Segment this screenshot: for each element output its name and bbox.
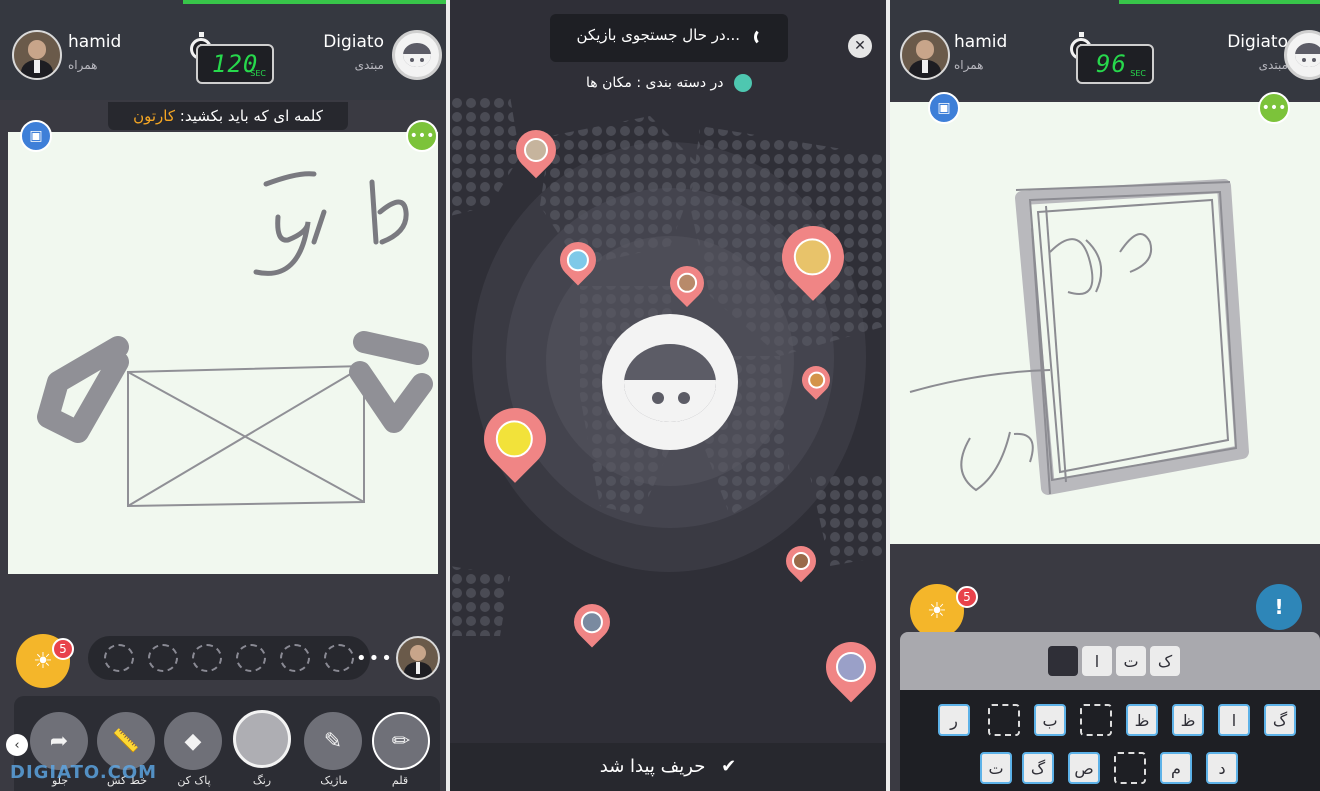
close-icon[interactable]: ✕ xyxy=(848,34,872,58)
letter-slot xyxy=(192,644,222,672)
pen-button[interactable]: ✏ xyxy=(372,712,430,770)
letter-key[interactable]: گ xyxy=(1022,752,1054,784)
letter-keyboard: گ ا ظ ظ ب ر د م ص گ ت xyxy=(900,690,1320,791)
marker-label: ماژیک xyxy=(320,774,348,787)
answer-box[interactable]: ک xyxy=(1150,646,1180,676)
letter-key[interactable]: ت xyxy=(980,752,1012,784)
ellipsis-icon: ••• xyxy=(356,648,394,669)
player-level: همراه xyxy=(68,58,98,72)
letter-key[interactable]: گ xyxy=(1264,704,1296,736)
toolbox-icon[interactable]: ▣ xyxy=(928,92,960,124)
loading-spinner-icon xyxy=(754,28,772,46)
opponent-level: مبتدی xyxy=(354,58,384,72)
drawing-screen: hamid همراه 120 SEC Digiato مبتدی کلمه ا… xyxy=(0,0,446,791)
drawing-canvas xyxy=(890,102,1320,544)
letter-key-used xyxy=(1080,704,1112,736)
letter-key-used xyxy=(988,704,1020,736)
answer-box[interactable]: ا xyxy=(1082,646,1112,676)
category-label: در دسته بندی : مکان ها xyxy=(550,74,788,92)
redo-arrow-icon: ➦ xyxy=(49,728,69,754)
letter-key[interactable]: د xyxy=(1206,752,1238,784)
turn-timer: 96 SEC xyxy=(1076,44,1154,84)
opponent-robot-avatar[interactable] xyxy=(392,30,442,80)
eraser-button[interactable]: ◆ xyxy=(164,712,222,770)
player-name: hamid xyxy=(954,32,1008,52)
ruler-icon: 📏 xyxy=(112,728,140,754)
letter-slot xyxy=(280,644,310,672)
word-prompt: کلمه ای که باید بکشید: کارتون xyxy=(108,102,348,130)
letter-key[interactable]: ر xyxy=(938,704,970,736)
letter-key[interactable]: ص xyxy=(1068,752,1100,784)
checkmark-icon: ✔ xyxy=(721,756,737,777)
turn-timer: 120 SEC xyxy=(196,44,274,84)
answer-boxes: ک ت ا xyxy=(900,632,1320,690)
opponent-name: Digiato xyxy=(1227,32,1288,52)
opponent-found-bar: حریف پیدا شد ✔ xyxy=(450,743,886,791)
drawing-canvas[interactable] xyxy=(8,132,438,574)
watermark: DIGIATO.COM xyxy=(10,762,158,783)
eraser-icon: ◆ xyxy=(184,728,202,754)
letter-key-used xyxy=(1114,752,1146,784)
searching-status: در حال جستجوی بازیکن... xyxy=(550,14,788,62)
player-name: hamid xyxy=(68,32,122,52)
chat-icon[interactable]: ••• xyxy=(1258,92,1290,124)
letter-key[interactable]: ظ xyxy=(1126,704,1158,736)
answer-box-empty[interactable] xyxy=(1048,646,1078,676)
opponent-found-text: حریف پیدا شد xyxy=(599,756,706,777)
opponent-name: Digiato xyxy=(323,32,384,52)
color-label: رنگ xyxy=(252,774,272,787)
searching-robot-avatar xyxy=(602,314,738,450)
letter-slots xyxy=(88,636,370,680)
category-icon xyxy=(733,74,752,92)
turn-progress-bar xyxy=(183,0,446,4)
letter-slot xyxy=(324,644,354,672)
timer-unit: SEC xyxy=(250,69,266,78)
guesser-avatar xyxy=(396,636,440,680)
pen-icon: ✏ xyxy=(391,728,411,754)
answer-box[interactable]: ت xyxy=(1116,646,1146,676)
lightbulb-icon: ☀ xyxy=(33,648,53,674)
hint-count-badge: 5 xyxy=(52,638,74,660)
marker-button[interactable]: ✎ xyxy=(304,712,362,770)
pen-label: قلم xyxy=(391,774,409,787)
matchmaking-screen: در حال جستجوی بازیکن... ✕ در دسته بندی :… xyxy=(450,0,886,791)
target-word: کارتون xyxy=(133,107,176,125)
chevron-left-icon[interactable]: ‹ xyxy=(6,734,28,756)
letter-key[interactable]: م xyxy=(1160,752,1192,784)
searching-text: در حال جستجوی بازیکن... xyxy=(576,26,741,44)
letter-slot xyxy=(148,644,178,672)
category-text: در دسته بندی : مکان ها xyxy=(586,75,724,91)
word-prompt-label: کلمه ای که باید بکشید: xyxy=(179,107,323,125)
letter-slot xyxy=(104,644,134,672)
eraser-label: پاک کن xyxy=(177,774,211,787)
letter-slot xyxy=(236,644,266,672)
color-swatch-button[interactable] xyxy=(233,710,291,768)
timer-digits: 96 xyxy=(1096,50,1127,78)
timer-unit: SEC xyxy=(1130,69,1146,78)
report-warning-icon[interactable]: ! xyxy=(1256,584,1302,630)
guessing-screen: hamid همراه 96 SEC Digiato مبتدی ▣ ••• ☀… xyxy=(890,0,1320,791)
player-level: همراه xyxy=(954,58,984,72)
drawing-strokes xyxy=(37,171,433,508)
hint-count-badge: 5 xyxy=(956,586,978,608)
letter-key[interactable]: ا xyxy=(1218,704,1250,736)
marker-icon: ✎ xyxy=(323,728,343,754)
player-avatar[interactable] xyxy=(12,30,62,80)
drawing-strokes xyxy=(909,179,1249,495)
letter-key[interactable]: ب xyxy=(1034,704,1066,736)
lightbulb-icon: ☀ xyxy=(927,598,947,624)
player-avatar[interactable] xyxy=(900,30,950,80)
toolbox-icon[interactable]: ▣ xyxy=(20,120,52,152)
chat-icon[interactable]: ••• xyxy=(406,120,438,152)
letter-key[interactable]: ظ xyxy=(1172,704,1204,736)
turn-progress-bar xyxy=(1119,0,1320,4)
